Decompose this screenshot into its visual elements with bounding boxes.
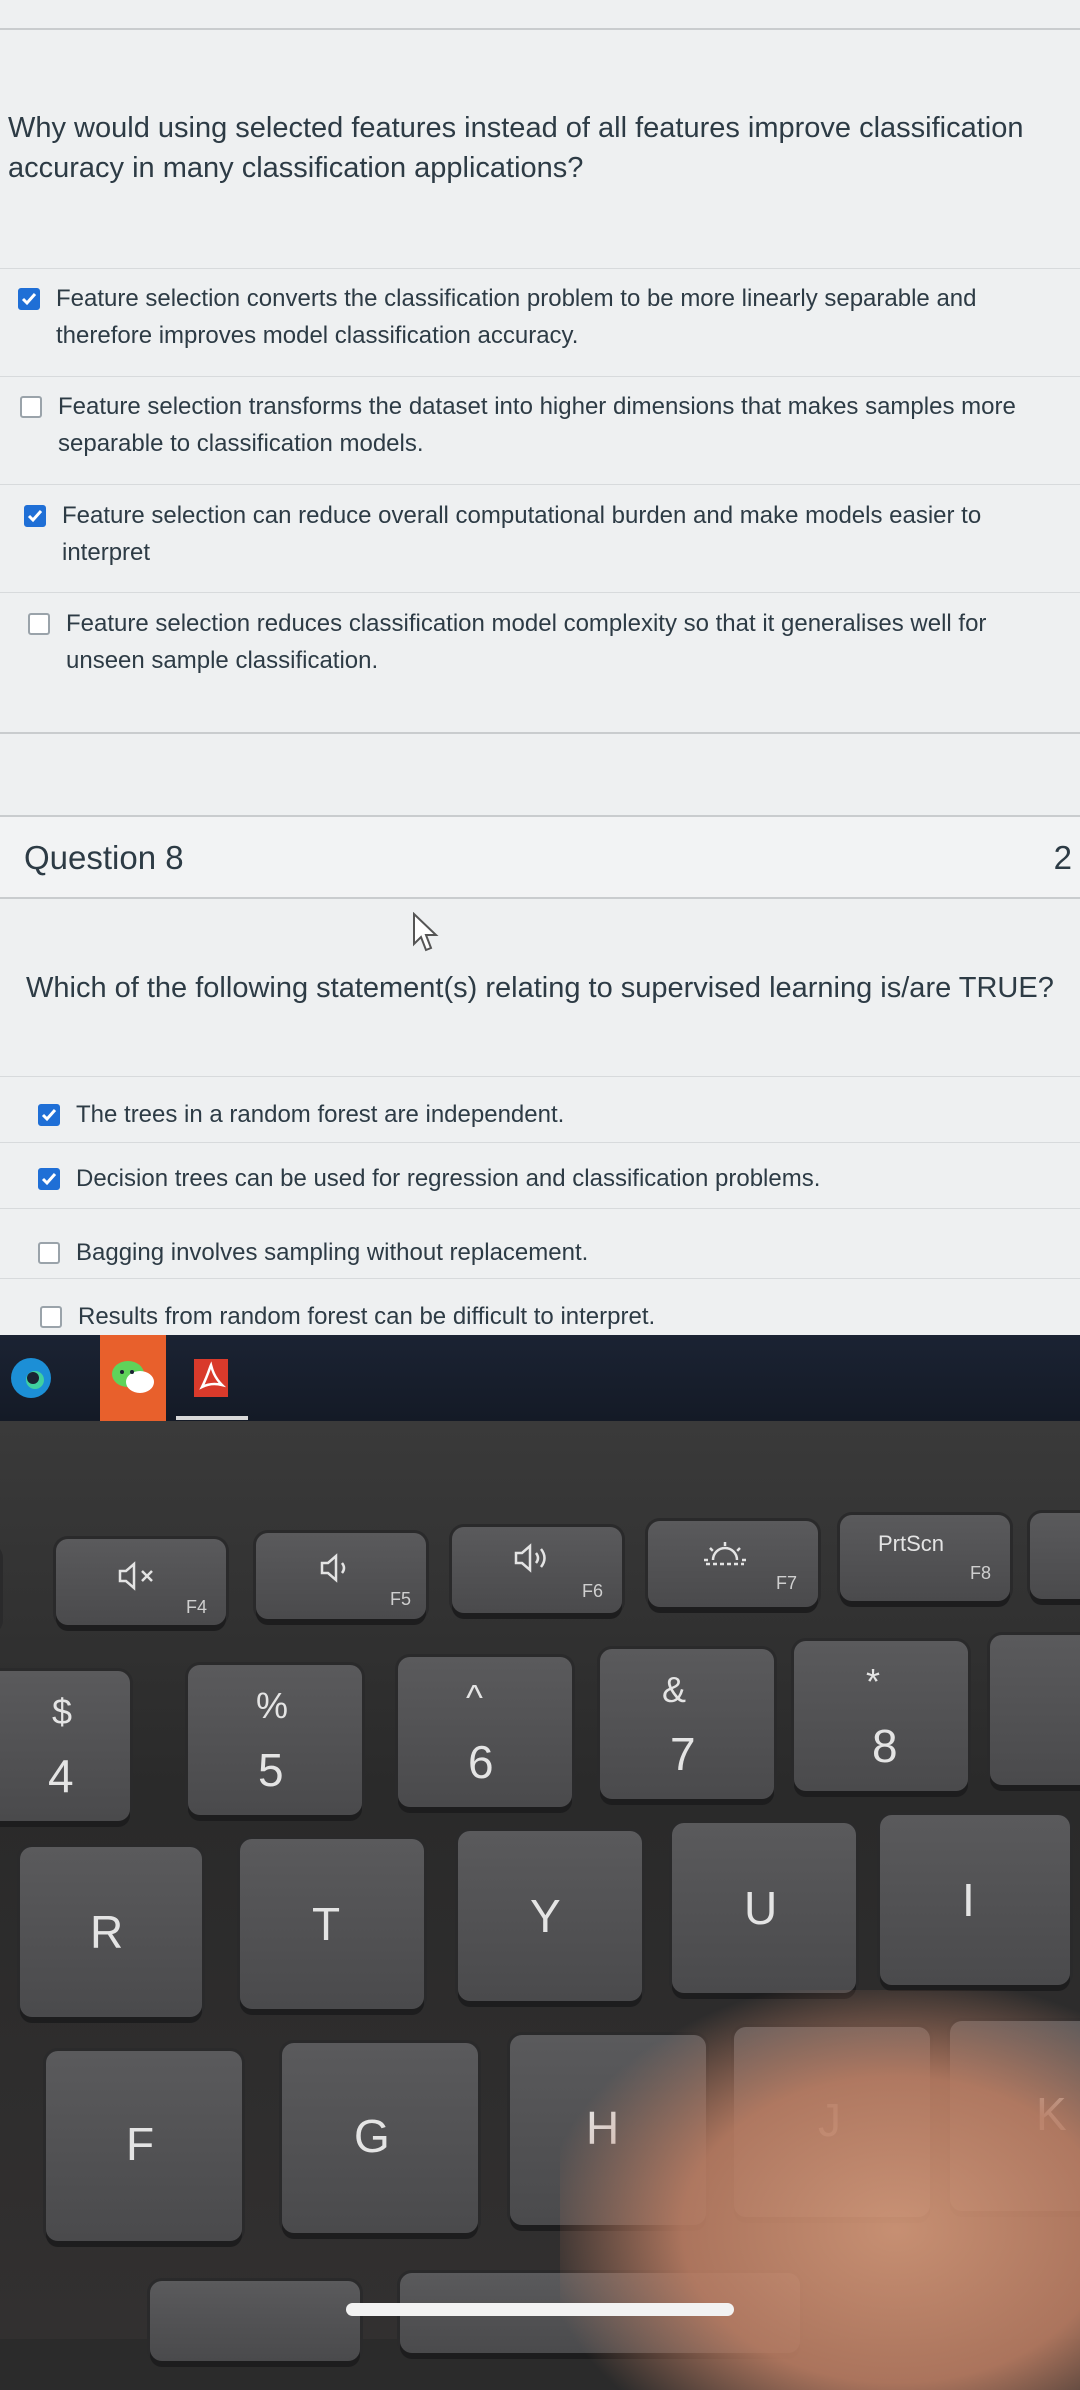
key-letter: T	[312, 1898, 341, 1950]
key-partial	[990, 1635, 1080, 1785]
key-label: F7	[776, 1573, 798, 1593]
q7-option-1[interactable]: Feature selection converts the classific…	[18, 280, 1068, 354]
taskbar	[0, 1335, 1080, 1421]
acrobat-icon[interactable]	[180, 1347, 242, 1409]
key-label: F6	[582, 1581, 604, 1601]
key-7: & 7	[600, 1649, 774, 1799]
checkbox[interactable]	[38, 1242, 60, 1264]
key-f8: PrtScn F8	[840, 1515, 1010, 1601]
key-letter: I	[962, 1874, 975, 1926]
checkbox[interactable]	[20, 396, 42, 418]
key-t: T	[240, 1839, 424, 2009]
key-5: % 5	[188, 1665, 362, 1815]
key-8: * 8	[794, 1641, 968, 1791]
checkbox[interactable]	[24, 505, 46, 527]
option-divider	[0, 484, 1080, 485]
key-digit: 5	[258, 1744, 284, 1796]
prtscn-label: PrtScn	[878, 1531, 945, 1556]
q8-option-2[interactable]: Decision trees can be used for regressio…	[38, 1160, 1068, 1197]
key-6: ^ 6	[398, 1657, 572, 1807]
option-label: Decision trees can be used for regressio…	[76, 1165, 821, 1192]
mouse-cursor-icon	[412, 911, 442, 959]
checkbox[interactable]	[38, 1168, 60, 1190]
option-divider	[0, 1076, 1080, 1077]
option-divider	[0, 1142, 1080, 1143]
key-f: F	[46, 2051, 242, 2241]
key-f5: F5	[256, 1533, 426, 1619]
volume-down-icon	[318, 1551, 354, 1594]
option-label: The trees in a random forest are indepen…	[76, 1101, 565, 1128]
key-u: U	[672, 1823, 856, 1993]
question-points: 2	[1053, 839, 1072, 876]
key-f6: F6	[452, 1527, 622, 1613]
question-divider	[0, 732, 1080, 734]
key-shift-symbol: *	[866, 1661, 881, 1702]
key-digit: 6	[468, 1736, 494, 1788]
key-digit: 7	[670, 1728, 696, 1780]
key-r: R	[20, 1847, 202, 2017]
checkbox[interactable]	[18, 288, 40, 310]
checkbox[interactable]	[40, 1306, 62, 1328]
edge-icon[interactable]	[0, 1347, 62, 1409]
option-divider	[0, 592, 1080, 593]
key-digit: 8	[872, 1720, 898, 1772]
option-label: Feature selection can reduce overall com…	[62, 502, 982, 566]
section-divider	[0, 28, 1080, 30]
question-title: Question 8	[24, 839, 184, 876]
q7-option-2[interactable]: Feature selection transforms the dataset…	[20, 388, 1078, 462]
question-8-header: Question 8 2	[0, 815, 1080, 899]
option-divider	[0, 1278, 1080, 1279]
option-divider	[0, 1208, 1080, 1209]
q8-option-1[interactable]: The trees in a random forest are indepen…	[38, 1096, 1068, 1133]
option-label: Feature selection transforms the dataset…	[58, 393, 1016, 457]
checkbox[interactable]	[28, 613, 50, 635]
key-letter: R	[90, 1906, 124, 1958]
home-indicator[interactable]	[346, 2303, 734, 2316]
key-label: F8	[970, 1563, 992, 1583]
key-partial	[1030, 1513, 1080, 1599]
browser-content: Why would using selected features instea…	[0, 0, 1080, 1335]
key-label: F5	[390, 1589, 412, 1609]
volume-up-icon	[512, 1541, 554, 1584]
key-shift-symbol: $	[52, 1691, 73, 1732]
key-g: G	[282, 2043, 478, 2233]
key-4: $ 4	[0, 1671, 130, 1821]
option-divider	[0, 376, 1080, 377]
checkbox[interactable]	[38, 1104, 60, 1126]
finger-blur	[560, 1990, 1080, 2390]
option-label: Feature selection converts the classific…	[56, 285, 977, 349]
key-label: F4	[186, 1597, 208, 1617]
key-letter: U	[744, 1882, 778, 1934]
key-y: Y	[458, 1831, 642, 2001]
key-f4: F4	[56, 1539, 226, 1625]
q7-option-4[interactable]: Feature selection reduces classification…	[28, 605, 1068, 679]
key-shift-symbol: %	[256, 1685, 289, 1726]
key-i: I	[880, 1815, 1070, 1985]
question-7-text: Why would using selected features instea…	[8, 112, 1024, 184]
mute-icon	[116, 1559, 158, 1602]
q8-option-3[interactable]: Bagging involves sampling without replac…	[38, 1234, 1068, 1271]
key-shift-symbol: &	[662, 1669, 687, 1710]
key-letter: F	[126, 2118, 155, 2170]
key-letter: G	[354, 2110, 390, 2162]
acrobat-open-indicator	[176, 1416, 248, 1420]
key-digit: 4	[48, 1750, 74, 1802]
brightness-icon	[700, 1535, 750, 1577]
q8-option-4[interactable]: Results from random forest can be diffic…	[40, 1298, 1070, 1335]
question-8-text: Which of the following statement(s) rela…	[26, 972, 1054, 1004]
q7-option-3[interactable]: Feature selection can reduce overall com…	[24, 497, 1064, 571]
wechat-icon[interactable]	[102, 1347, 164, 1409]
option-label: Results from random forest can be diffic…	[78, 1303, 656, 1330]
key-f7: F7	[648, 1521, 818, 1607]
option-label: Bagging involves sampling without replac…	[76, 1239, 589, 1266]
key-letter: Y	[530, 1890, 561, 1942]
option-label: Feature selection reduces classification…	[66, 610, 987, 674]
key-partial	[150, 2281, 360, 2361]
option-divider	[0, 268, 1080, 269]
key-shift-symbol: ^	[466, 1677, 483, 1718]
